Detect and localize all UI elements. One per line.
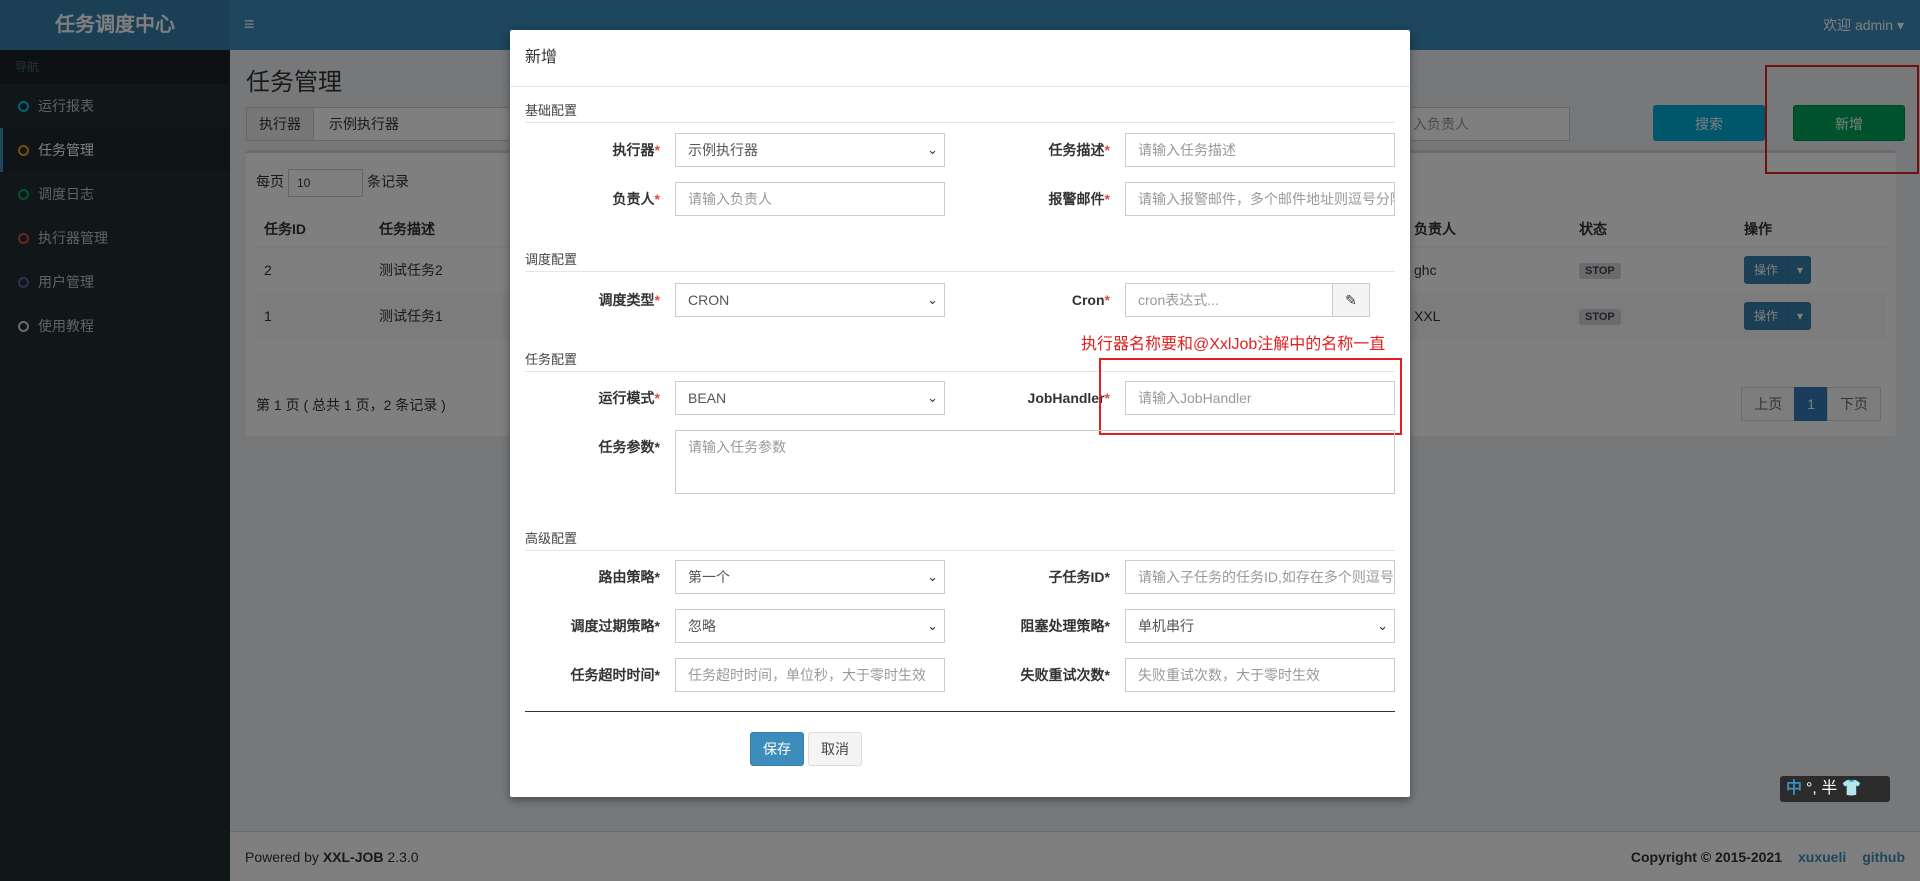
owner-input[interactable]: 请输入负责人	[675, 182, 945, 216]
label-text: 运行模式	[598, 390, 655, 406]
divider	[525, 711, 1395, 712]
divider	[510, 86, 1410, 87]
label-text: 负责人	[612, 191, 655, 207]
retry-input[interactable]: 失败重试次数，大于零时生效	[1125, 658, 1395, 692]
select-value: 第一个	[688, 569, 730, 585]
child-label: 子任务ID*	[1048, 569, 1110, 585]
label-text: 调度类型	[598, 292, 655, 308]
section-schedule: 调度配置	[525, 250, 1395, 272]
chevron-down-icon: ⌄	[927, 569, 938, 584]
chevron-down-icon: ⌄	[927, 292, 938, 307]
label-text: 调度过期策略	[570, 618, 655, 634]
cancel-button[interactable]: 取消	[808, 732, 862, 766]
owner-label: 负责人*	[612, 191, 660, 207]
label-text: 任务描述	[1048, 142, 1105, 158]
param-label: 任务参数*	[598, 439, 660, 455]
select-value: 示例执行器	[688, 142, 758, 158]
route-label: 路由策略*	[598, 569, 660, 585]
label-text: 失败重试次数	[1020, 667, 1105, 683]
executor-select[interactable]: 示例执行器 ⌄	[675, 133, 945, 167]
timeout-input[interactable]: 任务超时时间，单位秒，大于零时生效	[675, 658, 945, 692]
run-mode-label: 运行模式*	[598, 390, 660, 406]
chevron-down-icon: ⌄	[927, 390, 938, 405]
ime-mode[interactable]: 中	[1786, 780, 1802, 797]
desc-label: 任务描述*	[1048, 142, 1110, 158]
select-value: BEAN	[688, 390, 727, 406]
misfire-strategy-select[interactable]: 忽略 ⌄	[675, 609, 945, 643]
ime-toolbar[interactable]: 中 °, 半 👕	[1780, 776, 1890, 802]
cron-input[interactable]: cron表达式...	[1125, 283, 1333, 317]
block-label: 阻塞处理策略*	[1020, 618, 1110, 634]
retry-label: 失败重试次数*	[1020, 667, 1110, 683]
chevron-down-icon: ⌄	[927, 142, 938, 157]
section-advanced: 高级配置	[525, 529, 1395, 551]
executor-label: 执行器*	[612, 142, 660, 158]
select-value: CRON	[688, 292, 730, 308]
label-text: 路由策略	[598, 569, 655, 585]
section-basic: 基础配置	[525, 101, 1395, 123]
label-text: JobHandler	[1027, 390, 1105, 406]
alarm-email-input[interactable]: 请输入报警邮件，多个邮件地址则逗号分隔	[1125, 182, 1395, 216]
label-text: 报警邮件	[1048, 191, 1105, 207]
select-value: 单机串行	[1138, 618, 1194, 634]
highlight-box	[1099, 358, 1402, 435]
label-text: 任务超时时间	[570, 667, 655, 683]
desc-input[interactable]: 请输入任务描述	[1125, 133, 1395, 167]
param-textarea[interactable]: 请输入任务参数	[675, 430, 1395, 494]
alarm-label: 报警邮件*	[1048, 191, 1110, 207]
modal-title: 新增	[525, 49, 558, 66]
label-text: 执行器	[612, 142, 655, 158]
schedule-type-select[interactable]: CRON ⌄	[675, 283, 945, 317]
label-text: 阻塞处理策略	[1020, 618, 1105, 634]
timeout-label: 任务超时时间*	[570, 667, 660, 683]
label-text: 任务参数	[598, 439, 655, 455]
schedule-type-label: 调度类型*	[598, 292, 660, 308]
chevron-down-icon: ⌄	[1377, 618, 1388, 633]
label-text: Cron	[1071, 292, 1105, 308]
label-text: 子任务ID	[1048, 569, 1105, 585]
route-strategy-select[interactable]: 第一个 ⌄	[675, 560, 945, 594]
edit-icon[interactable]: ✎	[1332, 283, 1370, 317]
chevron-down-icon: ⌄	[927, 618, 938, 633]
ime-options[interactable]: °, 半 👕	[1806, 780, 1862, 797]
add-job-modal: 新增 基础配置 执行器* 示例执行器 ⌄ 任务描述* 请输入任务描述 负责人* 请…	[510, 30, 1410, 797]
select-value: 忽略	[688, 618, 716, 634]
jobhandler-label: JobHandler*	[1027, 390, 1110, 406]
child-job-input[interactable]: 请输入子任务的任务ID,如存在多个则逗号分隔	[1125, 560, 1395, 594]
save-button[interactable]: 保存	[750, 732, 804, 766]
run-mode-select[interactable]: BEAN ⌄	[675, 381, 945, 415]
block-strategy-select[interactable]: 单机串行 ⌄	[1125, 609, 1395, 643]
misfire-label: 调度过期策略*	[570, 618, 660, 634]
cron-label: Cron*	[1071, 292, 1110, 308]
